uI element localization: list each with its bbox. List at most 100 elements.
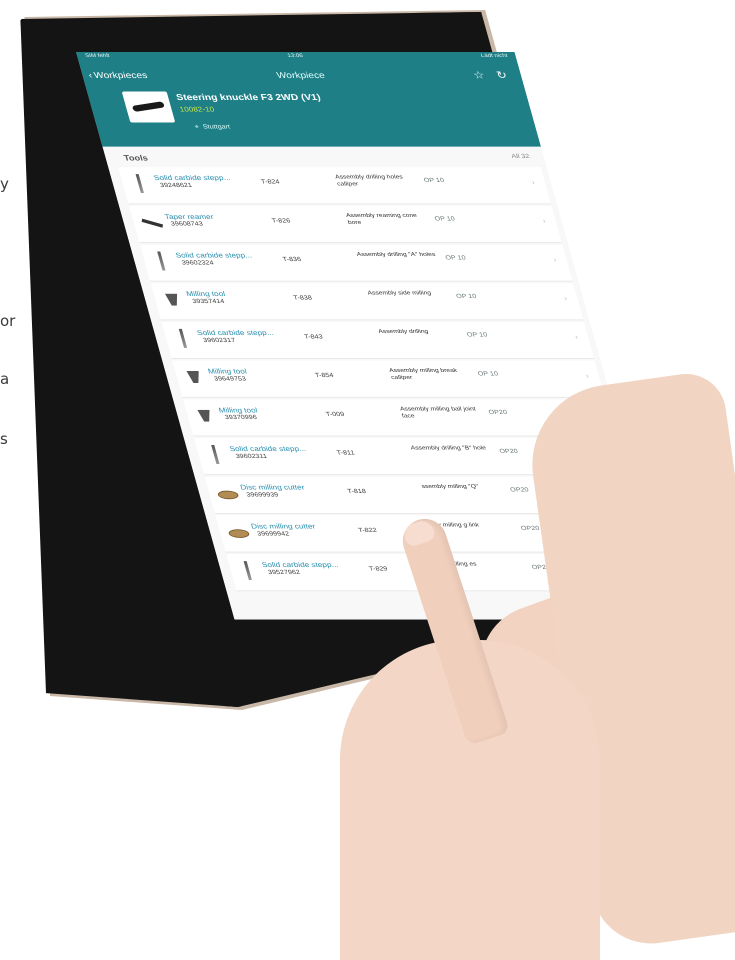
drill-icon xyxy=(236,561,260,582)
tool-code: T-826 xyxy=(271,217,292,224)
clock: 13:06 xyxy=(286,53,304,59)
edge-text: y xyxy=(0,175,9,193)
location-label: Stuttgart xyxy=(202,124,231,131)
tool-row[interactable]: Taper reamer 39608743 T-826 Assembly reamin… xyxy=(129,206,562,243)
tool-row[interactable]: Solid carbide stepp... 39602317 T-843 Assem… xyxy=(162,322,595,359)
reamer-icon xyxy=(139,213,163,234)
tool-number: 39248621 xyxy=(159,182,193,189)
tool-code: T-818 xyxy=(346,488,367,495)
workpiece-name: Steering knuckle F3 2WD (V1) xyxy=(175,93,322,103)
tool-code: T-822 xyxy=(357,527,378,534)
tool-description: Assembly milling ball joint face xyxy=(399,406,477,420)
tool-number: 39357414 xyxy=(191,298,226,305)
tool-number: 39527962 xyxy=(267,569,301,576)
disc-icon xyxy=(226,522,250,543)
chevron-right-icon: › xyxy=(584,371,590,380)
tool-code: T-009 xyxy=(325,411,346,418)
tool-operation: OP20 xyxy=(487,409,508,416)
workpiece-id: 10082-10 xyxy=(178,105,216,114)
tool-description: Assembly drilling xyxy=(377,328,430,335)
tool-operation: OP 10 xyxy=(466,332,489,339)
tool-name: Milling tool xyxy=(185,290,227,298)
tool-name: Taper reamer xyxy=(163,212,215,221)
tool-number: 39602317 xyxy=(202,337,237,344)
tool-description: Assembly drilling "B" hole xyxy=(410,445,487,452)
nav-actions: ☆ ↻ xyxy=(472,69,509,81)
tool-name: Solid carbide stepp... xyxy=(152,174,232,182)
tool-name: Milling tool xyxy=(217,406,259,415)
tool-operation: OP 10 xyxy=(433,216,456,223)
tool-operation: OP 10 xyxy=(444,254,467,261)
tool-number: 39370996 xyxy=(224,414,258,421)
star-icon[interactable]: ☆ xyxy=(472,69,486,81)
disc-icon xyxy=(215,484,239,505)
tool-number: 39699939 xyxy=(245,492,280,499)
tool-operation: OP20 xyxy=(520,525,541,532)
tool-description: Assembly drilling holes calliper xyxy=(334,174,404,188)
tool-code: T-843 xyxy=(303,334,324,341)
battery-status: Lädt nicht xyxy=(480,53,509,59)
nav-title: Workpiece xyxy=(275,70,327,80)
tool-description: Assembly drilling "A" holes xyxy=(356,251,437,258)
chevron-right-icon: › xyxy=(530,178,536,187)
tool-operation: OP20 xyxy=(509,487,530,494)
chevron-right-icon: › xyxy=(552,255,558,264)
all-tools-link[interactable]: All 32 xyxy=(511,153,531,159)
refresh-icon[interactable]: ↻ xyxy=(495,69,509,81)
nav-bar: ‹ Workpieces Workpiece ☆ ↻ xyxy=(86,67,515,82)
tool-operation: OP 10 xyxy=(477,371,499,378)
tool-number: 39602324 xyxy=(181,260,215,267)
tool-name: Solid carbide stepp... xyxy=(228,445,307,453)
tool-description: Assembly milling break calliper xyxy=(388,367,458,381)
tool-code: T-811 xyxy=(336,450,356,457)
workpiece-location: ⌖ Stuttgart xyxy=(194,124,231,131)
drill-icon xyxy=(150,252,174,273)
tool-row[interactable]: Solid carbide stepp... 39602324 T-836 Assem… xyxy=(140,245,573,282)
tool-code: T-824 xyxy=(260,179,281,186)
status-bar: SIM fehlt 13:06 Lädt nicht xyxy=(85,54,509,59)
tool-code: T-836 xyxy=(282,256,302,263)
tool-operation: OP 10 xyxy=(423,177,445,184)
tool-code: T-838 xyxy=(292,295,313,302)
drill-icon xyxy=(128,174,152,195)
tool-description: ssembly milling "Q" xyxy=(420,483,480,490)
location-pin-icon: ⌖ xyxy=(194,124,200,131)
edge-text: a xyxy=(0,370,10,388)
mill-icon xyxy=(161,290,185,311)
tool-name: Solid carbide stepp... xyxy=(174,251,253,260)
chevron-right-icon: › xyxy=(574,333,579,341)
tool-row[interactable]: Milling tool 39649753 T-854 Assembly millin… xyxy=(172,361,605,398)
tool-operation: OP20 xyxy=(498,448,519,455)
tool-description: bly milling g link xyxy=(431,522,480,529)
drill-icon xyxy=(204,445,228,466)
app-header: SIM fehlt 13:06 Lädt nicht ‹ Workpieces … xyxy=(76,52,541,147)
back-button[interactable]: ‹ Workpieces xyxy=(87,70,148,79)
tools-heading: Tools xyxy=(122,153,149,163)
tool-number: 39602311 xyxy=(235,453,268,460)
tool-name: Solid carbide stepp... xyxy=(196,328,275,337)
tool-number: 39608743 xyxy=(170,221,204,228)
edge-text: or xyxy=(0,312,16,330)
tool-name: Milling tool xyxy=(206,367,248,376)
tool-code: T-829 xyxy=(368,566,389,573)
tool-code: T-854 xyxy=(314,372,335,379)
tool-number: 39699942 xyxy=(256,531,291,538)
tool-name: Disc milling cutter xyxy=(239,483,306,492)
tool-name: Solid carbide stepp... xyxy=(260,561,340,569)
workpiece-image xyxy=(122,92,176,123)
chevron-right-icon: › xyxy=(541,217,547,225)
tool-description: Assembly side milling xyxy=(366,290,432,297)
mill-icon xyxy=(193,406,217,427)
back-label: Workpieces xyxy=(92,70,149,80)
chevron-right-icon: › xyxy=(563,294,569,303)
tool-row[interactable]: Milling tool 39357414 T-838 Assembly side m… xyxy=(151,283,584,320)
carrier: SIM fehlt xyxy=(84,53,111,59)
tool-description: Assembly reaming cone bore xyxy=(345,212,418,226)
tool-row[interactable]: Solid carbide stepp... 39248621 T-824 Assem… xyxy=(118,167,551,204)
tool-operation: OP 10 xyxy=(455,293,478,300)
mill-icon xyxy=(182,368,206,389)
tool-number: 39649753 xyxy=(213,376,247,383)
edge-text: s xyxy=(0,430,8,448)
tool-name: Disc milling cutter xyxy=(250,522,317,531)
drill-icon xyxy=(172,329,196,350)
